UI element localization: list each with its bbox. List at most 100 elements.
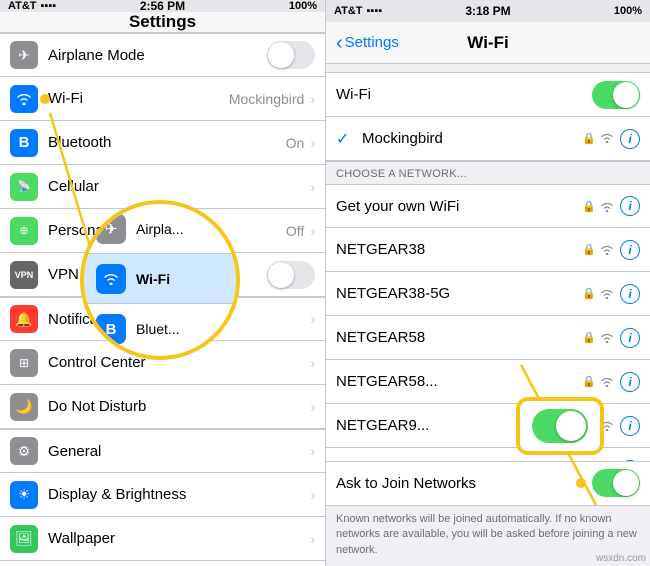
donotdisturb-label: Do Not Disturb <box>48 398 310 415</box>
settings-group-3: ⚙ General › ☀ Display & Brightness › 🖼 W… <box>0 429 325 566</box>
bluetooth-icon: B <box>10 129 38 157</box>
info-btn-netgear58[interactable]: i <box>620 328 640 348</box>
wifi-value: Mockingbird <box>229 91 304 107</box>
left-carrier: AT&T <box>8 0 37 12</box>
network-row-netgear9[interactable]: NETGEAR9... 🔒 i <box>326 404 650 448</box>
network-icons-netgear38-5g: 🔒 <box>582 287 614 300</box>
bluetooth-row[interactable]: B Bluetooth On › <box>0 121 325 165</box>
lock-icon-netgear58: 🔒 <box>582 331 596 344</box>
cellular-chevron: › <box>310 179 315 195</box>
right-carrier: AT&T <box>334 5 363 17</box>
wifi-row[interactable]: Wi-Fi Mockingbird › <box>0 77 325 121</box>
wifi-toggle-label: Wi-Fi <box>336 86 592 103</box>
right-panel: AT&T ▪▪▪▪ 3:18 PM 100% ‹ Settings Wi-Fi … <box>325 0 650 566</box>
right-nav-bar: ‹ Settings Wi-Fi <box>326 22 650 64</box>
lock-icon-netgear38: 🔒 <box>582 243 596 256</box>
zoom-bluetooth-label: Bluet... <box>136 321 180 337</box>
wifi-main-toggle[interactable] <box>592 81 640 109</box>
connected-info-btn[interactable]: i <box>620 129 640 149</box>
connected-network-row[interactable]: ✓ Mockingbird 🔒 i <box>326 117 650 161</box>
info-btn-netgear38-5g[interactable]: i <box>620 284 640 304</box>
airplane-toggle[interactable] <box>267 41 315 69</box>
airplane-label: Airplane Mode <box>48 47 267 64</box>
vpn-toggle[interactable] <box>267 261 315 289</box>
info-btn-netgear58b[interactable]: i <box>620 372 640 392</box>
hotspot-icon: ⊕ <box>10 217 38 245</box>
wifi-chevron: › <box>310 91 315 107</box>
network-name-netgear58: NETGEAR58 <box>336 329 582 346</box>
general-row[interactable]: ⚙ General › <box>0 429 325 473</box>
general-icon: ⚙ <box>10 437 38 465</box>
display-row[interactable]: ☀ Display & Brightness › <box>0 473 325 517</box>
ask-join-row[interactable]: Ask to Join Networks <box>326 462 650 506</box>
network-icons-netgear38: 🔒 <box>582 243 614 256</box>
display-chevron: › <box>310 487 315 503</box>
hotspot-chevron: › <box>310 223 315 239</box>
network-name-netgear9: NETGEAR9... <box>336 417 492 434</box>
network-row-netgear38[interactable]: NETGEAR38 🔒 i <box>326 228 650 272</box>
network-icons-netgear58: 🔒 <box>582 331 614 344</box>
watermark: wsxdn.com <box>596 553 646 564</box>
zoom-toggle-container <box>520 401 600 451</box>
display-icon: ☀ <box>10 481 38 509</box>
zoom-wifi-label: Wi-Fi <box>136 271 170 287</box>
ask-join-toggle[interactable] <box>592 469 640 497</box>
donotdisturb-row[interactable]: 🌙 Do Not Disturb › <box>0 385 325 429</box>
network-name-getyourown: Get your own WiFi <box>336 198 582 215</box>
wifi-icon <box>10 85 38 113</box>
control-chevron: › <box>310 355 315 371</box>
airplane-row[interactable]: ✈ Airplane Mode <box>0 33 325 77</box>
left-time: 2:56 PM <box>140 0 185 13</box>
wifi-section: Wi-Fi ✓ Mockingbird 🔒 i <box>326 72 650 162</box>
back-button[interactable]: ‹ Settings <box>336 33 399 53</box>
control-icon: ⊞ <box>10 349 38 377</box>
network-row-netgear38-5g[interactable]: NETGEAR38-5G 🔒 i <box>326 272 650 316</box>
sounds-row[interactable]: 🔊 Sounds & Haptics › <box>0 561 325 566</box>
right-status-bar: AT&T ▪▪▪▪ 3:18 PM 100% <box>326 0 650 22</box>
network-name-netgear38: NETGEAR38 <box>336 241 582 258</box>
network-icons-netgear58b: 🔒 <box>582 375 614 388</box>
left-title: Settings <box>129 12 196 32</box>
display-label: Display & Brightness <box>48 486 310 503</box>
wifi-signal-icon <box>600 131 614 146</box>
wifi-label: Wi-Fi <box>48 90 229 107</box>
donotdisturb-icon: 🌙 <box>10 393 38 421</box>
notifications-chevron: › <box>310 311 315 327</box>
info-btn-netgear9[interactable]: i <box>620 416 640 436</box>
wallpaper-chevron: › <box>310 531 315 547</box>
hotspot-value: Off <box>286 223 304 239</box>
lock-icon-netgear38-5g: 🔒 <box>582 287 596 300</box>
connected-network-icons: 🔒 <box>582 131 614 146</box>
info-btn-getyourown[interactable]: i <box>620 196 640 216</box>
lock-icon-netgear58b: 🔒 <box>582 375 596 388</box>
airplane-icon: ✈ <box>10 41 38 69</box>
bluetooth-label: Bluetooth <box>48 134 286 151</box>
wallpaper-icon: 🖼 <box>10 525 38 553</box>
left-nav-bar: Settings <box>0 12 325 33</box>
top-spacer <box>326 64 650 72</box>
wallpaper-row[interactable]: 🖼 Wallpaper › <box>0 517 325 561</box>
general-chevron: › <box>310 443 315 459</box>
network-row-netgear58[interactable]: NETGEAR58 🔒 i <box>326 316 650 360</box>
lock-icon-getyourown: 🔒 <box>582 200 596 213</box>
cellular-label: Cellular <box>48 178 310 195</box>
vpn-icon: VPN <box>10 261 38 289</box>
info-btn-netgear38[interactable]: i <box>620 240 640 260</box>
network-row-netgear58b[interactable]: NETGEAR58... 🔒 i <box>326 360 650 404</box>
right-title: Wi-Fi <box>467 33 508 53</box>
ask-join-section: Ask to Join Networks Known networks will… <box>326 461 650 566</box>
back-label: Settings <box>345 34 399 51</box>
network-icons-getyourown: 🔒 <box>582 200 614 213</box>
donotdisturb-chevron: › <box>310 399 315 415</box>
left-battery: 100% <box>289 0 317 12</box>
zoom-toggle[interactable] <box>532 409 588 443</box>
right-battery: 100% <box>614 5 642 17</box>
zoom-wifi-row: Wi-Fi <box>84 254 236 304</box>
wifi-toggle-row[interactable]: Wi-Fi <box>326 73 650 117</box>
cellular-icon: 📡 <box>10 173 38 201</box>
network-row-getyourown[interactable]: Get your own WiFi 🔒 i <box>326 184 650 228</box>
left-status-bar: AT&T ▪▪▪▪ 2:56 PM 100% <box>0 0 325 12</box>
right-time: 3:18 PM <box>465 4 510 18</box>
lock-icon: 🔒 <box>582 132 596 145</box>
zoom-circle-left: ✈ Airpla... Wi-Fi B Bluet... <box>80 200 240 360</box>
